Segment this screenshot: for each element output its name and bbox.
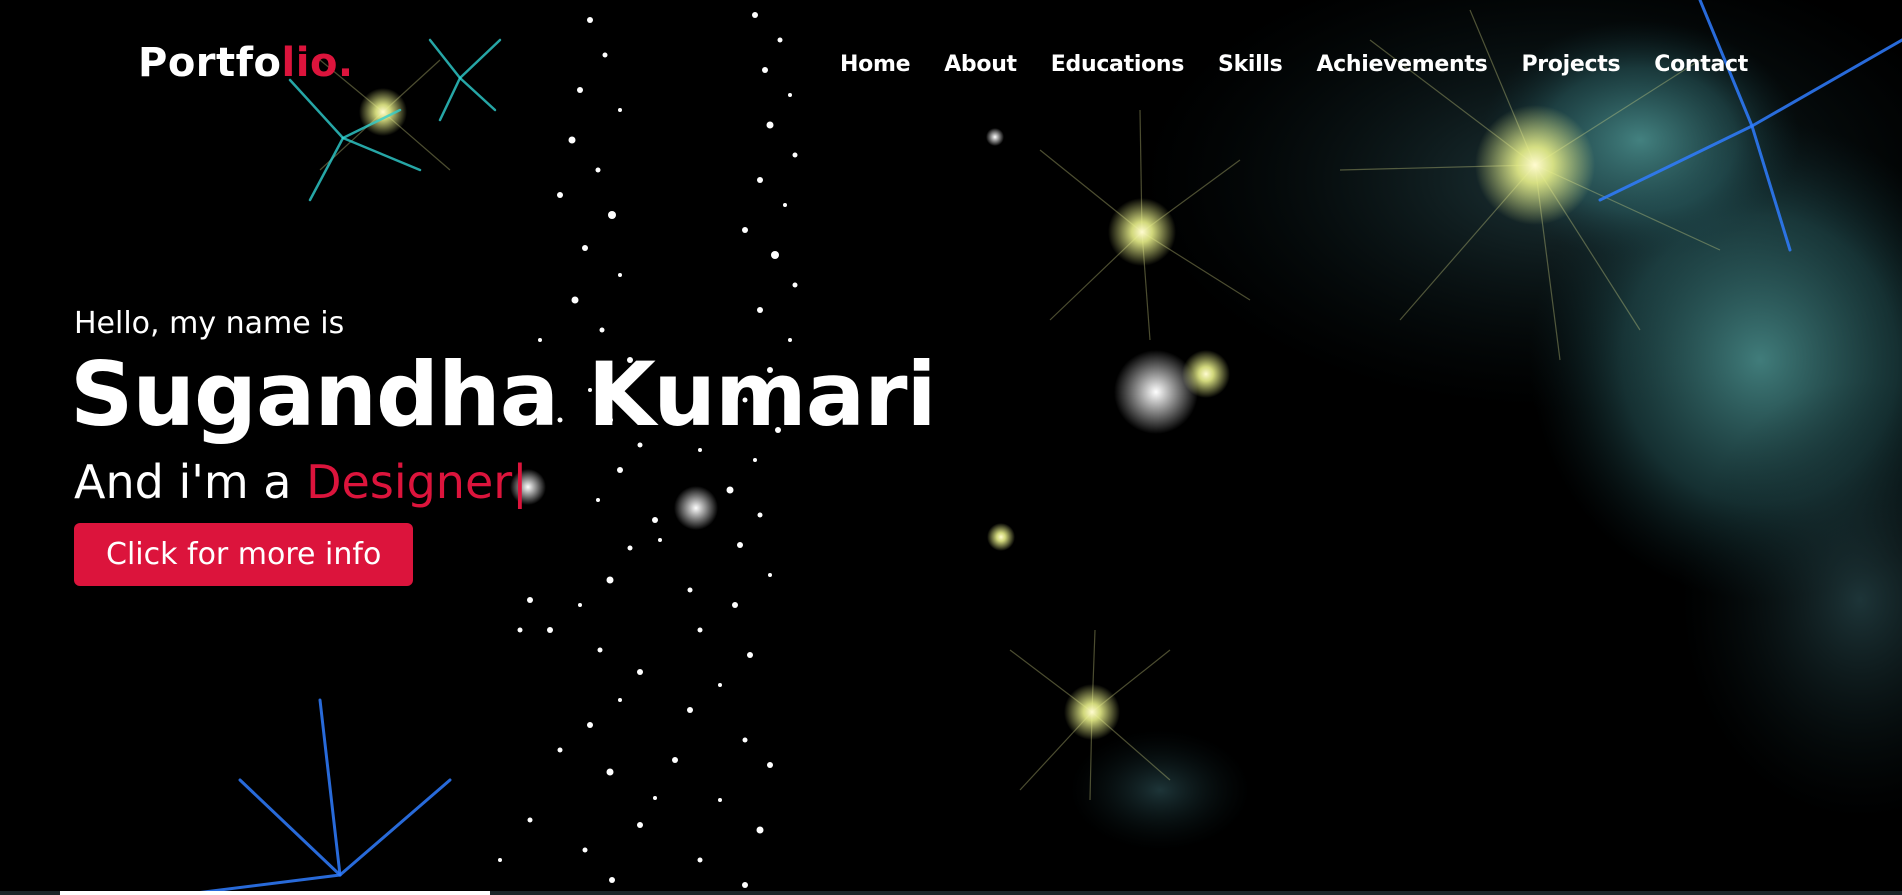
logo-text: Portfo — [138, 40, 282, 86]
nav-item-home: Home — [840, 52, 910, 77]
nav-link-about[interactable]: About — [944, 52, 1017, 77]
nav-link-projects[interactable]: Projects — [1521, 52, 1620, 77]
navbar: Portfolio. Home About Educations Skills … — [0, 0, 1902, 130]
nav-link-home[interactable]: Home — [840, 52, 910, 77]
hero-role-typed: Designer — [306, 455, 513, 509]
hero-role: And i'm a Designer| — [74, 455, 936, 509]
hero-name: Sugandha Kumari — [70, 343, 937, 446]
logo[interactable]: Portfolio. — [138, 40, 354, 86]
nav-link-educations[interactable]: Educations — [1051, 52, 1185, 77]
hero-role-prefix: And i'm a — [74, 455, 307, 509]
nav-link-achievements[interactable]: Achievements — [1316, 52, 1487, 77]
more-info-button[interactable]: Click for more info — [74, 523, 414, 586]
hero-content: Hello, my name is Sugandha Kumari And i'… — [70, 306, 937, 586]
nav-item-achievements: Achievements — [1316, 52, 1487, 77]
nav-item-educations: Educations — [1051, 52, 1185, 77]
nav-item-about: About — [944, 52, 1017, 77]
hero-section: Portfolio. Home About Educations Skills … — [0, 0, 1902, 895]
nav-item-projects: Projects — [1521, 52, 1620, 77]
nav-link-contact[interactable]: Contact — [1654, 52, 1748, 77]
scrollbar-thumb[interactable] — [60, 891, 490, 895]
nav-menu: Home About Educations Skills Achievement… — [840, 52, 1748, 77]
nav-item-contact: Contact — [1654, 52, 1748, 77]
hero-greeting: Hello, my name is — [74, 306, 345, 341]
logo-text-accent: lio. — [281, 40, 354, 86]
nav-item-skills: Skills — [1218, 52, 1283, 77]
nav-link-skills[interactable]: Skills — [1218, 52, 1283, 77]
typing-cursor: | — [512, 455, 528, 509]
